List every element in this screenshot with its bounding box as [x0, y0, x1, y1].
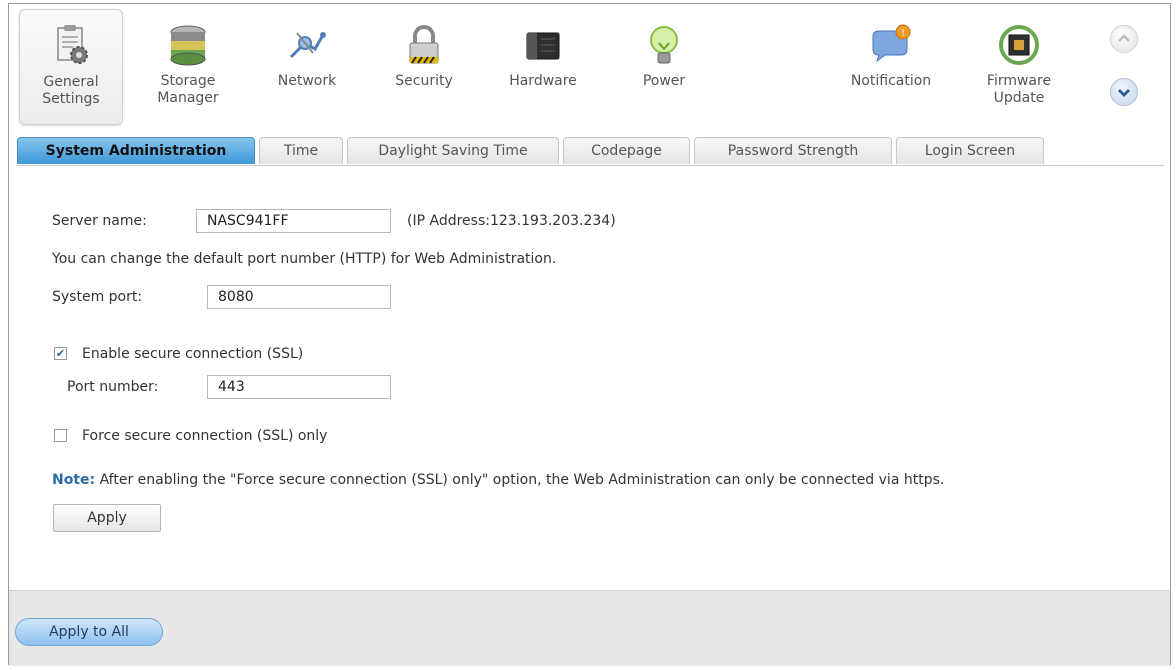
- toolbar-item-label: Storage Manager: [157, 73, 219, 106]
- tab-codepage[interactable]: Codepage: [563, 137, 690, 164]
- ssl-port-input[interactable]: [207, 375, 391, 399]
- toolbar-item-label: Power: [642, 73, 686, 89]
- system-administration-panel: Server name: (IP Address:123.193.203.234…: [9, 166, 1170, 591]
- system-port-input[interactable]: [207, 285, 391, 309]
- port-number-label: Port number:: [67, 379, 159, 395]
- firmware-chip-icon: [999, 25, 1039, 65]
- scroll-up-button[interactable]: [1110, 25, 1138, 53]
- tab-password-strength[interactable]: Password Strength: [694, 137, 892, 164]
- toolbar-item-label: Notification: [850, 73, 932, 89]
- toolbar-item-storage-manager[interactable]: Storage Manager: [136, 9, 240, 125]
- apply-to-all-button[interactable]: Apply to All: [15, 618, 163, 646]
- toolbar-item-label: Security: [395, 73, 453, 89]
- ssl-label: Enable secure connection (SSL): [82, 346, 304, 362]
- checkmark-icon: ✔: [55, 347, 66, 360]
- system-port-label: System port:: [52, 289, 143, 305]
- toolbar-item-security[interactable]: Security: [372, 9, 476, 125]
- ssl-checkbox[interactable]: ✔: [54, 347, 67, 360]
- power-bulb-icon: [650, 26, 678, 64]
- force-ssl-checkbox[interactable]: [54, 429, 67, 442]
- toolbar-item-power[interactable]: Power: [612, 9, 716, 125]
- toolbar-item-label: Firmware Update: [986, 73, 1052, 106]
- toolbar-item-general-settings[interactable]: General Settings: [19, 9, 123, 125]
- footer-bar: Apply to All: [9, 590, 1170, 666]
- ip-address-info: (IP Address:123.193.203.234): [407, 213, 616, 229]
- hardware-icon: [526, 32, 560, 60]
- server-name-input[interactable]: [196, 209, 391, 233]
- general-settings-icon: [57, 25, 88, 64]
- tab-daylight-saving-time[interactable]: Daylight Saving Time: [347, 137, 559, 164]
- toolbar-item-hardware[interactable]: Hardware: [491, 9, 595, 125]
- tab-time[interactable]: Time: [259, 137, 343, 164]
- scroll-down-button[interactable]: [1110, 78, 1138, 106]
- toolbar-item-network[interactable]: Network: [255, 9, 359, 125]
- tab-system-administration[interactable]: System Administration: [17, 137, 255, 164]
- note-text: After enabling the "Force secure connect…: [95, 472, 945, 488]
- note-label: Note:: [52, 472, 96, 488]
- toolbar-item-label: Network: [277, 73, 337, 89]
- toolbar-item-label: General Settings: [42, 74, 100, 107]
- lock-icon: [409, 25, 439, 64]
- toolbar-item-firmware-update[interactable]: Firmware Update: [967, 9, 1071, 125]
- chevron-up-icon: [1118, 34, 1130, 42]
- server-name-label: Server name:: [52, 213, 147, 229]
- force-ssl-label: Force secure connection (SSL) only: [82, 428, 328, 444]
- ssl-note: Note: After enabling the "Force secure c…: [52, 467, 944, 493]
- toolbar-item-notification[interactable]: ! Notification: [839, 9, 943, 125]
- settings-window: General Settings Storage Manager Network: [8, 3, 1171, 666]
- port-change-hint: You can change the default port number (…: [52, 251, 557, 267]
- svg-text:!: !: [901, 28, 905, 39]
- toolbar-item-label: Hardware: [509, 73, 577, 89]
- settings-tabs: System Administration Time Daylight Savi…: [17, 137, 1164, 166]
- network-icon: [289, 32, 326, 59]
- apply-button[interactable]: Apply: [53, 504, 161, 532]
- tab-login-screen[interactable]: Login Screen: [896, 137, 1044, 164]
- category-toolbar: General Settings Storage Manager Network: [9, 4, 1170, 134]
- storage-manager-icon: [170, 25, 206, 66]
- chevron-down-icon: [1118, 89, 1130, 97]
- notification-icon: !: [872, 24, 911, 63]
